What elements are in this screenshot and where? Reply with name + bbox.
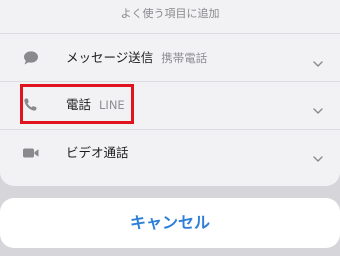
message-bubble-icon	[22, 50, 40, 66]
row-video-call[interactable]: ビデオ通話	[0, 129, 340, 177]
chevron-down-icon	[313, 100, 323, 114]
chevron-down-icon	[313, 53, 323, 67]
row-label: ビデオ通話	[66, 144, 129, 162]
row-title: ビデオ通話	[66, 145, 129, 160]
highlight-box	[20, 84, 134, 124]
video-camera-icon	[22, 145, 40, 161]
chevron-down-icon	[313, 148, 323, 162]
row-send-message[interactable]: メッセージ送信 携帯電話	[0, 34, 340, 82]
row-label: メッセージ送信 携帯電話	[66, 49, 207, 67]
row-sublabel: 携帯電話	[161, 51, 208, 65]
row-title: メッセージ送信	[66, 50, 154, 65]
sheet-title: よく使う項目に追加	[120, 7, 220, 20]
cancel-button[interactable]: キャンセル	[0, 198, 340, 248]
